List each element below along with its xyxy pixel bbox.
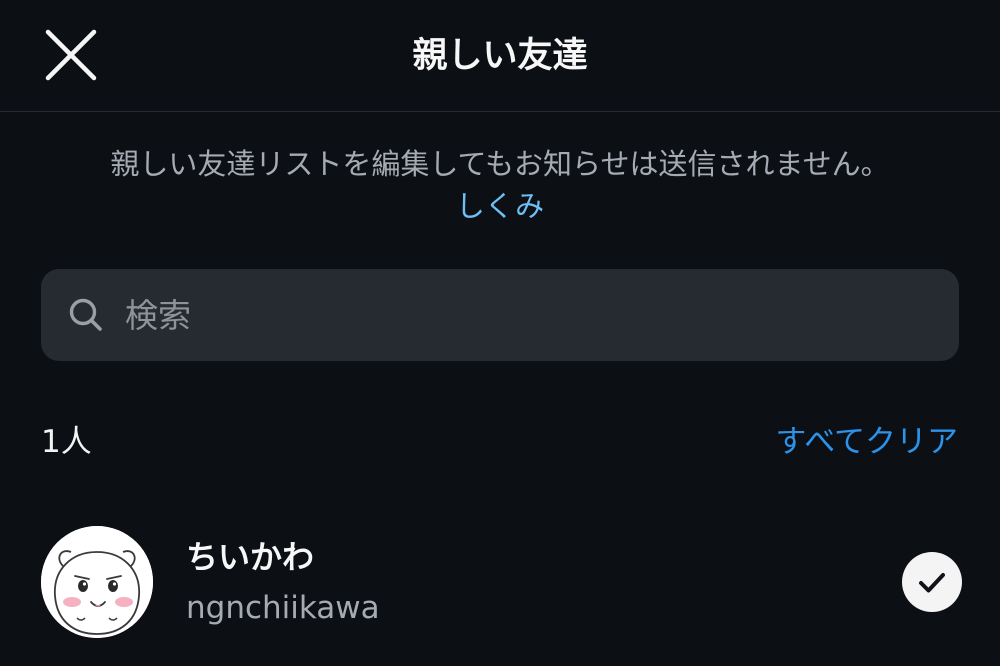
notice-body: 親しい友達リストを編集してもお知らせは送信されません。	[110, 147, 890, 181]
user-display-name: ちいかわ	[186, 538, 315, 576]
user-handle: ngnchiikawa	[186, 590, 380, 626]
search-input[interactable]	[123, 284, 959, 346]
checkmark-icon	[919, 573, 945, 593]
notice-text: 親しい友達リストを編集してもお知らせは送信されません。しくみ	[100, 143, 900, 227]
chiikawa-avatar	[41, 526, 153, 638]
avatar[interactable]	[41, 526, 153, 638]
search-icon	[69, 298, 102, 331]
top-bar: 親しい友達	[0, 0, 1000, 112]
search-bar[interactable]	[41, 269, 959, 361]
user-list-item[interactable]: ちいかわ ngnchiikawa	[0, 520, 1000, 650]
selected-checkbox[interactable]	[902, 552, 962, 612]
page-title: 親しい友達	[412, 36, 588, 76]
clear-all-button[interactable]: すべてクリア	[775, 418, 958, 466]
selected-count: 1人	[41, 424, 92, 460]
how-it-works-link[interactable]: しくみ	[456, 189, 544, 223]
